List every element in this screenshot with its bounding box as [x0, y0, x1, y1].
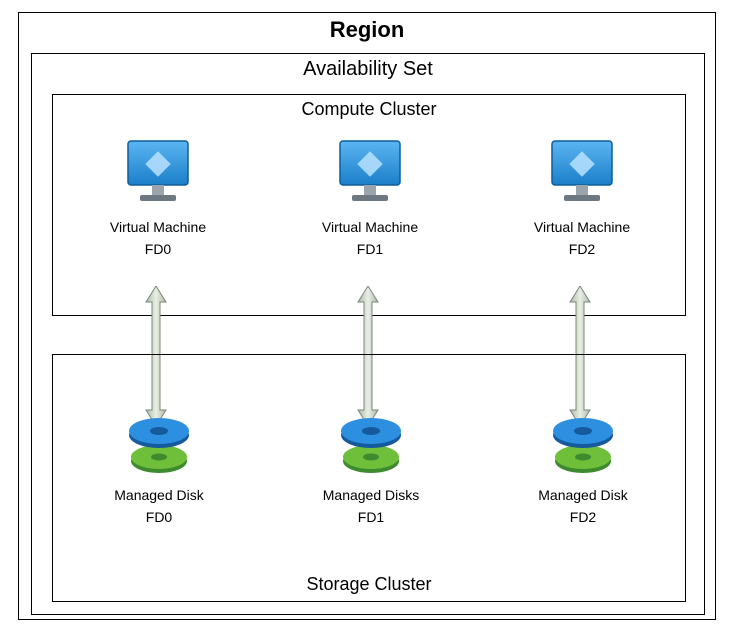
- disk-fd-label: FD2: [513, 509, 653, 527]
- disk-fd-label: FD0: [89, 509, 229, 527]
- vm-node-fd1: Virtual Machine FD1: [305, 135, 435, 258]
- vm-name-label: Virtual Machine: [517, 219, 647, 237]
- managed-disk-icon: [331, 415, 411, 483]
- vm-fd-label: FD2: [517, 241, 647, 259]
- vm-icon: [542, 135, 622, 215]
- region-container: Region Availability Set Compute Cluster: [18, 12, 716, 620]
- disk-name-label: Managed Disks: [301, 487, 441, 505]
- disk-node-fd0: Managed Disk FD0: [89, 415, 229, 526]
- region-title: Region: [19, 17, 715, 43]
- vm-node-fd2: Virtual Machine FD2: [517, 135, 647, 258]
- storage-cluster-title: Storage Cluster: [53, 574, 685, 595]
- disk-node-fd2: Managed Disk FD2: [513, 415, 653, 526]
- vm-node-fd0: Virtual Machine FD0: [93, 135, 223, 258]
- disk-name-label: Managed Disk: [513, 487, 653, 505]
- vm-fd-label: FD0: [93, 241, 223, 259]
- vm-name-label: Virtual Machine: [305, 219, 435, 237]
- managed-disk-icon: [543, 415, 623, 483]
- vm-icon: [330, 135, 410, 215]
- managed-disk-icon: [119, 415, 199, 483]
- disk-fd-label: FD1: [301, 509, 441, 527]
- vm-name-label: Virtual Machine: [93, 219, 223, 237]
- disk-name-label: Managed Disk: [89, 487, 229, 505]
- vm-icon: [118, 135, 198, 215]
- vm-fd-label: FD1: [305, 241, 435, 259]
- compute-cluster-container: Compute Cluster Virtual Machine FD0: [52, 94, 686, 316]
- availability-set-container: Availability Set Compute Cluster Virtual…: [31, 53, 705, 615]
- availability-set-title: Availability Set: [32, 58, 704, 81]
- storage-cluster-container: Managed Disk FD0 Managed Disks FD1: [52, 354, 686, 602]
- disk-node-fd1: Managed Disks FD1: [301, 415, 441, 526]
- compute-cluster-title: Compute Cluster: [53, 99, 685, 120]
